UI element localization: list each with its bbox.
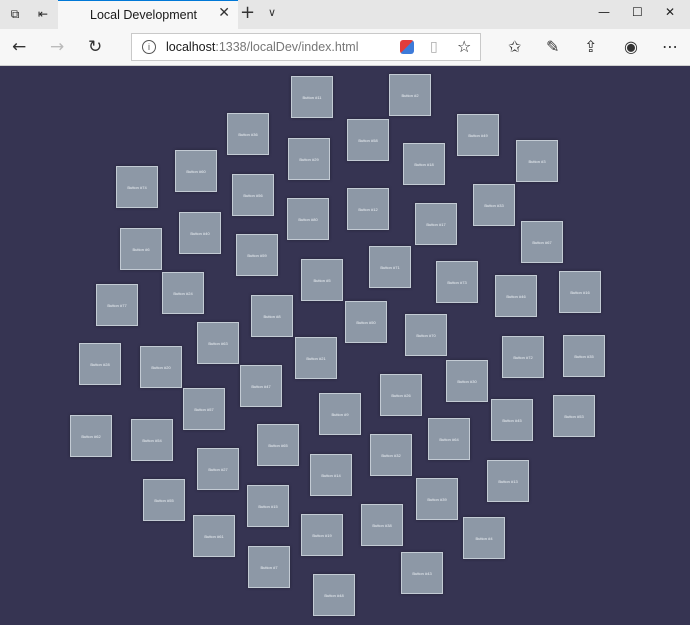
tile-button[interactable]: Button #18 <box>403 143 445 185</box>
tile-button[interactable]: Button #60 <box>175 150 217 192</box>
tile-button[interactable]: Button #27 <box>197 448 239 490</box>
tile-button[interactable]: Button #62 <box>70 415 112 457</box>
tile-button[interactable]: Button #45 <box>491 399 533 441</box>
tile-button[interactable]: Button #8 <box>251 295 293 337</box>
tile-button[interactable]: Button #39 <box>416 478 458 520</box>
tile-button[interactable]: Button #14 <box>310 454 352 496</box>
tile-button[interactable]: Button #73 <box>436 261 478 303</box>
password-manager-icon[interactable]: ◉ <box>624 37 638 56</box>
more-menu-icon[interactable]: ⋯ <box>662 37 678 56</box>
back-icon[interactable]: ← <box>12 37 26 57</box>
tile-button[interactable]: Button #33 <box>473 184 515 226</box>
forward-icon[interactable]: → <box>50 37 64 57</box>
tab-title: Local Development <box>90 8 198 22</box>
tile-button[interactable]: Button #17 <box>415 203 457 245</box>
tile-button[interactable]: Button #12 <box>347 188 389 230</box>
window-close-icon[interactable]: ✕ <box>665 5 675 19</box>
tile-button[interactable]: Button #80 <box>287 198 329 240</box>
tile-button[interactable]: Button #54 <box>131 419 173 461</box>
reading-view-icon[interactable]: ▯ <box>430 39 438 55</box>
tab-bar: ⧉ ⇤ Local Development ✕ + ∨ — ☐ ✕ <box>0 0 690 29</box>
pen-icon[interactable]: ✎ <box>546 37 559 56</box>
tile-button[interactable]: Button #71 <box>369 246 411 288</box>
tile-button[interactable]: Button #36 <box>227 113 269 155</box>
tile-button[interactable]: Button #30 <box>446 360 488 402</box>
tile-button[interactable]: Button #72 <box>502 336 544 378</box>
extension-icon[interactable] <box>400 40 414 54</box>
navigation-toolbar: ← → ↻ i localhost:1338/localDev/index.ht… <box>0 29 690 66</box>
favorites-list-icon[interactable]: ✩ <box>508 37 521 56</box>
tab-local-development[interactable]: Local Development ✕ <box>58 0 238 29</box>
tile-button[interactable]: Button #21 <box>295 337 337 379</box>
page-viewport: Button #11 Button #2 Button #36 Button #58 B… <box>0 66 690 625</box>
tile-button[interactable]: Button #28 <box>79 343 121 385</box>
chevron-down-icon[interactable]: ∨ <box>268 6 276 19</box>
tile-button[interactable]: Button #38 <box>361 504 403 546</box>
tile-button[interactable]: Button #32 <box>370 434 412 476</box>
tile-button[interactable]: Button #3 <box>516 140 558 182</box>
tile-button[interactable]: Button #58 <box>347 119 389 161</box>
tile-button[interactable]: Button #57 <box>183 388 225 430</box>
tab-manager-icon[interactable]: ⧉ <box>4 4 26 24</box>
tile-button[interactable]: Button #49 <box>457 114 499 156</box>
tile-button[interactable]: Button #40 <box>179 212 221 254</box>
favorite-star-icon[interactable]: ☆ <box>457 37 471 56</box>
minimize-icon[interactable]: — <box>598 5 610 19</box>
tile-button[interactable]: Button #16 <box>559 271 601 313</box>
refresh-icon[interactable]: ↻ <box>88 37 102 57</box>
tile-button[interactable]: Button #53 <box>553 395 595 437</box>
tile-button[interactable]: Button #67 <box>521 221 563 263</box>
tile-button[interactable]: Button #43 <box>401 552 443 594</box>
tile-button[interactable]: Button #9 <box>319 393 361 435</box>
tile-button[interactable]: Button #29 <box>288 138 330 180</box>
tile-button[interactable]: Button #7 <box>248 546 290 588</box>
tile-button[interactable]: Button #70 <box>405 314 447 356</box>
tile-button[interactable]: Button #6 <box>120 228 162 270</box>
tile-button[interactable]: Button #11 <box>291 76 333 118</box>
tile-button[interactable]: Button #4 <box>463 517 505 559</box>
tile-button[interactable]: Button #13 <box>487 460 529 502</box>
tile-button[interactable]: Button #15 <box>247 485 289 527</box>
tile-button[interactable]: Button #35 <box>563 335 605 377</box>
tile-button[interactable]: Button #61 <box>193 515 235 557</box>
new-tab-icon[interactable]: + <box>240 2 255 23</box>
url-path: :1338/localDev/index.html <box>215 40 359 54</box>
tile-button[interactable]: Button #20 <box>140 346 182 388</box>
tile-button[interactable]: Button #55 <box>143 479 185 521</box>
close-icon[interactable]: ✕ <box>218 5 230 21</box>
address-bar[interactable]: i localhost:1338/localDev/index.html ▯ ☆ <box>131 33 481 61</box>
tile-button[interactable]: Button #24 <box>162 272 204 314</box>
tile-button[interactable]: Button #26 <box>380 374 422 416</box>
tile-button[interactable]: Button #77 <box>96 284 138 326</box>
share-icon[interactable]: ⇪ <box>584 37 597 56</box>
tile-button[interactable]: Button #5 <box>301 259 343 301</box>
tile-button[interactable]: Button #50 <box>345 301 387 343</box>
tile-button[interactable]: Button #64 <box>428 418 470 460</box>
tile-button[interactable]: Button #2 <box>389 74 431 116</box>
tile-button[interactable]: Button #19 <box>301 514 343 556</box>
url-text: localhost:1338/localDev/index.html <box>166 40 358 54</box>
info-icon[interactable]: i <box>142 40 156 54</box>
tile-button[interactable]: Button #56 <box>232 174 274 216</box>
tile-button[interactable]: Button #59 <box>236 234 278 276</box>
maximize-icon[interactable]: ☐ <box>632 5 643 19</box>
tile-button[interactable]: Button #74 <box>116 166 158 208</box>
set-aside-tabs-icon[interactable]: ⇤ <box>32 4 54 24</box>
tile-button[interactable]: Button #63 <box>197 322 239 364</box>
tile-button[interactable]: Button #65 <box>257 424 299 466</box>
tile-button[interactable]: Button #46 <box>495 275 537 317</box>
tile-button[interactable]: Button #47 <box>240 365 282 407</box>
url-host: localhost <box>166 40 216 54</box>
tile-button[interactable]: Button #48 <box>313 574 355 616</box>
